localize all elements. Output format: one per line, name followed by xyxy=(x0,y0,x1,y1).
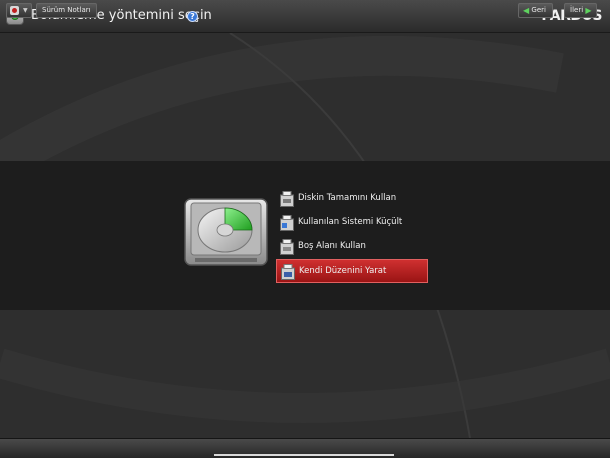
arrow-right-icon: ▶ xyxy=(585,6,592,15)
main-menu-button[interactable]: ▼ xyxy=(6,3,32,18)
disk-free-space-icon xyxy=(280,239,294,255)
option-shrink-existing[interactable]: Kullanılan Sistemi Küçült xyxy=(276,211,428,235)
option-label: Kullanılan Sistemi Küçült xyxy=(298,217,403,227)
disk-shrink-icon xyxy=(280,215,294,231)
chevron-down-icon: ▼ xyxy=(23,7,28,14)
release-notes-button[interactable]: Sürüm Notları xyxy=(36,3,97,18)
next-button[interactable]: İleri ▶ xyxy=(564,3,597,18)
arrow-left-icon: ◀ xyxy=(523,6,530,15)
pardus-menu-icon xyxy=(10,6,19,15)
option-label: Boş Alanı Kullan xyxy=(298,241,366,251)
option-use-free-space[interactable]: Boş Alanı Kullan xyxy=(276,235,428,259)
back-button[interactable]: ◀ Geri xyxy=(518,3,553,18)
option-label: Diskin Tamamını Kullan xyxy=(298,193,397,203)
option-use-entire-disk[interactable]: Diskin Tamamını Kullan xyxy=(276,187,428,211)
help-icon[interactable]: ? xyxy=(187,11,198,22)
disk-full-icon xyxy=(280,191,294,207)
hard-disk-icon xyxy=(184,198,268,266)
option-label: Kendi Düzenini Yarat xyxy=(299,266,387,276)
partition-method-list: Diskin Tamamını Kullan Kullanılan Sistem… xyxy=(276,187,428,283)
progress-indicator xyxy=(214,454,394,456)
disk-custom-icon xyxy=(281,264,295,280)
option-create-custom-layout[interactable]: Kendi Düzenini Yarat xyxy=(276,259,428,283)
back-label: Geri xyxy=(531,6,546,14)
next-label: İleri xyxy=(570,6,584,14)
